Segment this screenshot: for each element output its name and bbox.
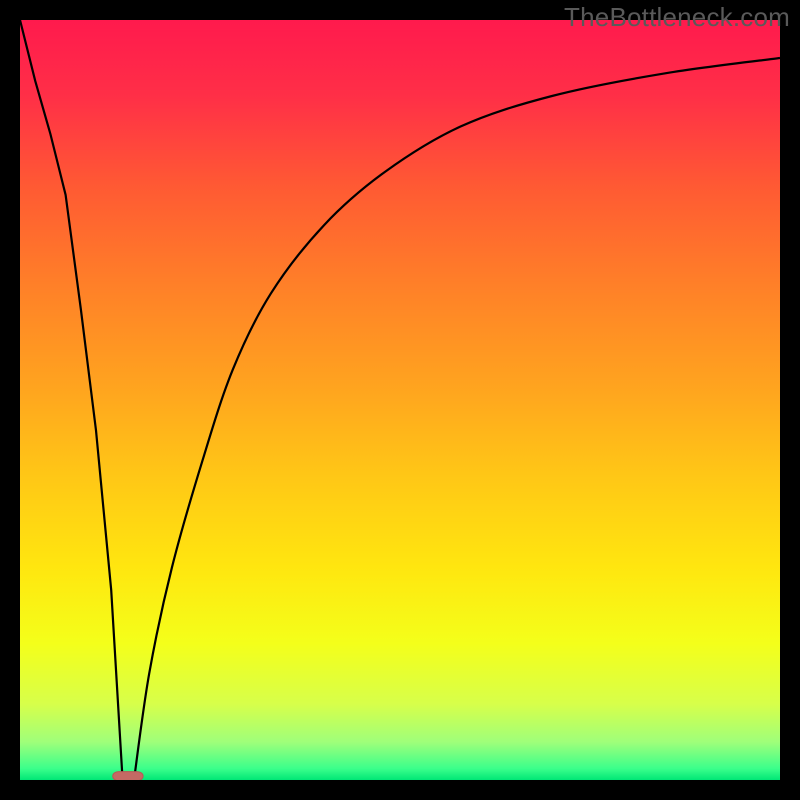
chart-frame: TheBottleneck.com: [0, 0, 800, 800]
minimum-marker: [113, 772, 143, 780]
watermark-text: TheBottleneck.com: [564, 2, 790, 33]
gradient-background: [20, 20, 780, 780]
chart-svg: [20, 20, 780, 780]
plot-area: [20, 20, 780, 780]
